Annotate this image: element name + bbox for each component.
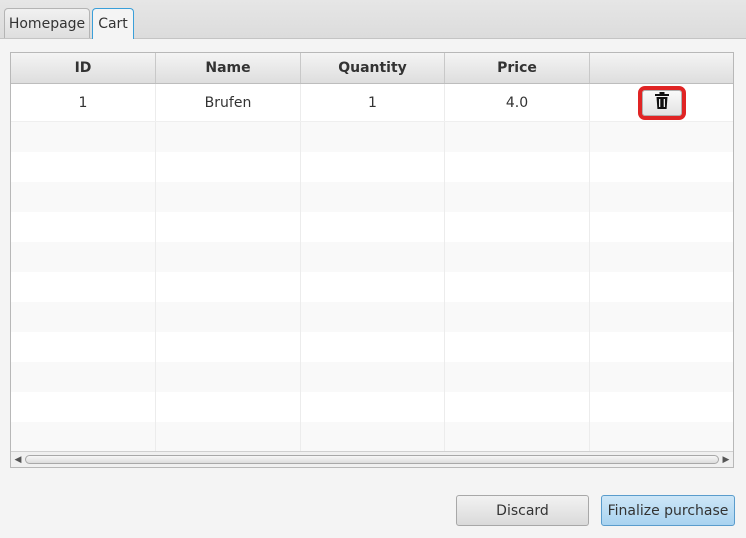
tab-cart-label: Cart: [98, 16, 128, 32]
cell-quantity: 1: [301, 84, 445, 121]
cell-price: 4.0: [445, 84, 590, 121]
horizontal-scrollbar[interactable]: ◀ ▶: [11, 451, 733, 467]
scrollbar-thumb[interactable]: [25, 455, 719, 464]
column-header-name[interactable]: Name: [156, 53, 301, 83]
table-row[interactable]: 1 Brufen 1 4.0: [11, 84, 733, 122]
column-header-price[interactable]: Price: [445, 53, 590, 83]
empty-row: [11, 122, 733, 152]
trash-icon: [654, 92, 669, 113]
discard-button[interactable]: Discard: [456, 495, 589, 526]
tab-cart[interactable]: Cart: [92, 8, 134, 39]
column-header-quantity[interactable]: Quantity: [301, 53, 445, 83]
cart-table: ID Name Quantity Price 1 Brufen 1 4.0 ◀ …: [10, 52, 734, 468]
empty-row: [11, 152, 733, 182]
empty-row: [11, 392, 733, 422]
empty-row: [11, 422, 733, 452]
delete-item-button[interactable]: [637, 85, 686, 120]
column-header-id[interactable]: ID: [11, 53, 156, 83]
table-body: 1 Brufen 1 4.0: [11, 84, 733, 452]
empty-row: [11, 242, 733, 272]
empty-row: [11, 212, 733, 242]
cell-name: Brufen: [156, 84, 301, 121]
finalize-purchase-button[interactable]: Finalize purchase: [601, 495, 735, 526]
empty-row: [11, 362, 733, 392]
empty-row: [11, 182, 733, 212]
tab-bar: Homepage Cart: [0, 0, 746, 39]
cell-id: 1: [11, 84, 156, 121]
tab-homepage[interactable]: Homepage: [4, 8, 90, 38]
table-header: ID Name Quantity Price: [11, 53, 733, 84]
column-header-actions[interactable]: [590, 53, 733, 83]
scroll-left-icon[interactable]: ◀: [13, 455, 23, 465]
cell-actions: [590, 84, 733, 121]
scroll-right-icon[interactable]: ▶: [721, 455, 731, 465]
empty-row: [11, 332, 733, 362]
empty-row: [11, 302, 733, 332]
empty-row: [11, 272, 733, 302]
tab-homepage-label: Homepage: [8, 15, 86, 32]
